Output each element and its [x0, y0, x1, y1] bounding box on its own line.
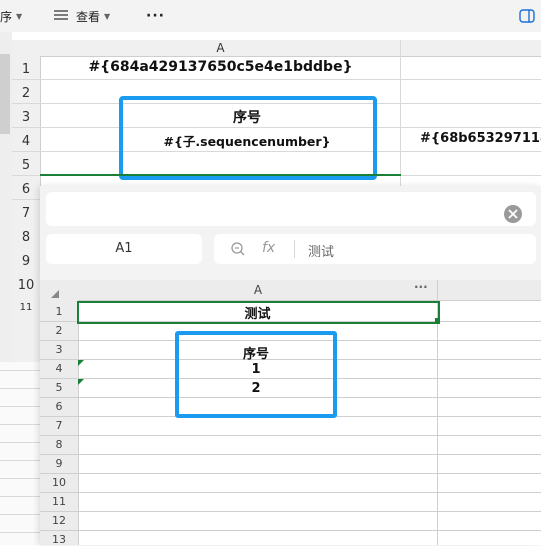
comment-marker-icon: [78, 379, 84, 385]
popup-row-header-3[interactable]: 3: [40, 343, 78, 356]
popup-row-header-1[interactable]: 1: [40, 305, 78, 318]
popup-row-header-5[interactable]: 5: [40, 381, 78, 394]
popup-row-header-12[interactable]: 12: [40, 514, 78, 527]
cell-b4[interactable]: #{68b653297118: [420, 131, 541, 146]
popup-row-header-13[interactable]: 13: [40, 533, 78, 546]
lower-sheet: [0, 362, 40, 545]
popup-row-header-10[interactable]: 10: [40, 476, 78, 489]
sort-label: 序: [0, 9, 13, 24]
formula-divider: [294, 240, 295, 258]
row-header-10[interactable]: 10: [12, 278, 40, 293]
row-header-9[interactable]: 9: [12, 254, 40, 269]
panel-toggle-icon[interactable]: [519, 0, 535, 32]
cell-a1[interactable]: #{684a429137650c5e4e1bddbe}: [40, 59, 401, 75]
highlight-box: [119, 96, 377, 180]
popup-column-header-a[interactable]: A: [78, 281, 438, 299]
zoom-search-icon[interactable]: [230, 241, 246, 257]
row-header-5[interactable]: 5: [12, 158, 40, 173]
row-header-7[interactable]: 7: [12, 206, 40, 221]
selection-border: [40, 174, 401, 176]
search-input[interactable]: [46, 192, 536, 226]
column-more-icon[interactable]: ···: [414, 280, 428, 294]
chevron-down-icon: ▼: [104, 11, 111, 21]
fx-icon[interactable]: fx: [262, 240, 275, 256]
row-header-3[interactable]: 3: [12, 110, 40, 125]
row-header-4[interactable]: 4: [12, 134, 40, 149]
popup-highlight-box: [175, 331, 337, 418]
comment-marker-icon: [78, 360, 84, 366]
close-icon[interactable]: [503, 204, 523, 224]
row-header-6[interactable]: 6: [12, 182, 40, 197]
popup-row-header-6[interactable]: 6: [40, 400, 78, 413]
formula-input[interactable]: 测试: [308, 241, 334, 260]
popup-row-header-8[interactable]: 8: [40, 438, 78, 451]
more-button[interactable]: ···: [146, 0, 165, 32]
view-label: 查看: [76, 9, 101, 24]
toolbar: 序 ▼ 查看 ▼ ···: [0, 0, 541, 32]
popup-row-header-9[interactable]: 9: [40, 457, 78, 470]
row-header-8[interactable]: 8: [12, 230, 40, 245]
row-header-2[interactable]: 2: [12, 86, 40, 101]
row-header-1[interactable]: 1: [12, 62, 40, 77]
sort-button[interactable]: 序 ▼: [0, 0, 22, 32]
row-header-11[interactable]: 11: [12, 302, 40, 312]
view-button[interactable]: 查看 ▼: [54, 0, 110, 32]
cell-reference-box[interactable]: A1: [46, 234, 202, 264]
view-icon: [54, 9, 68, 23]
popup-row-header-4[interactable]: 4: [40, 362, 78, 375]
select-all-corner-icon[interactable]: [50, 284, 62, 298]
popup-row-header-7[interactable]: 7: [40, 419, 78, 432]
popup-row-header-2[interactable]: 2: [40, 324, 78, 337]
vertical-scrollbar[interactable]: [0, 54, 10, 134]
popup-cell-a1[interactable]: 测试: [78, 303, 437, 322]
chevron-down-icon: ▼: [16, 11, 23, 21]
column-header-a[interactable]: A: [40, 40, 401, 56]
popup-row-header-11[interactable]: 11: [40, 495, 78, 508]
